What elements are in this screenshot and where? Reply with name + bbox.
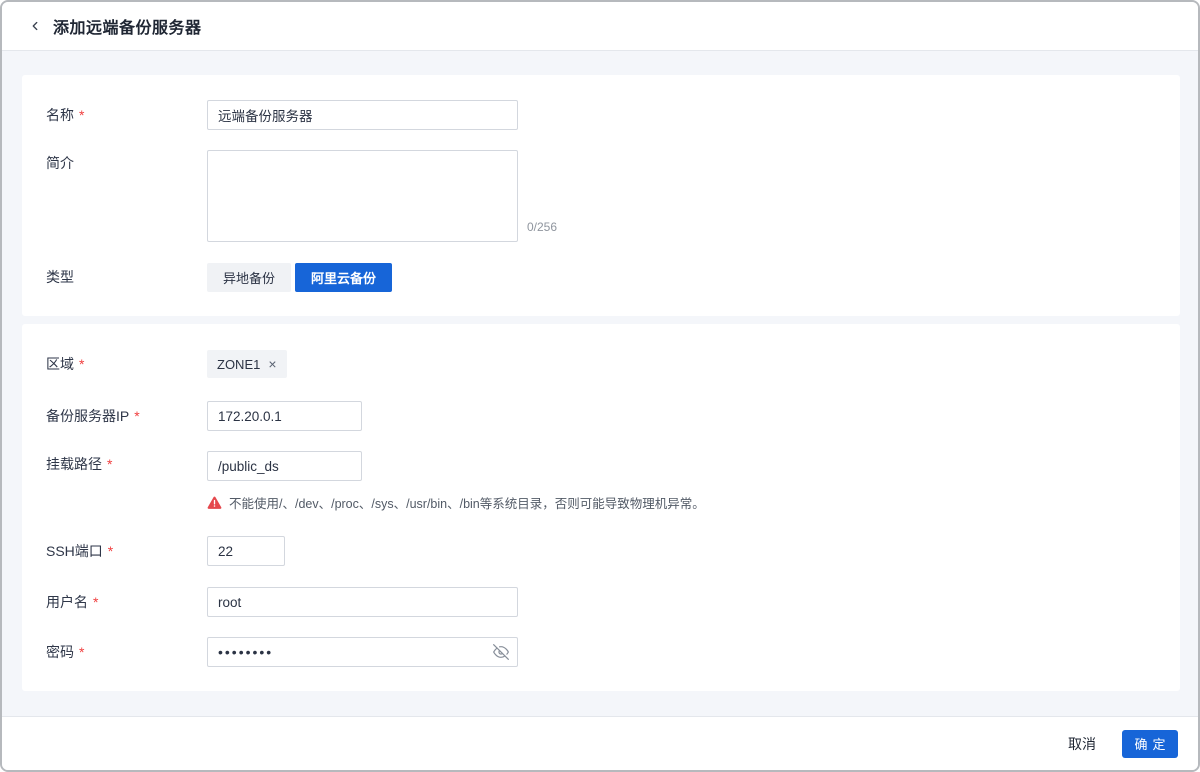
cancel-button[interactable]: 取消	[1068, 734, 1096, 754]
zone-tag-remove-icon[interactable]: ×	[268, 357, 276, 371]
type-label: 类型	[46, 262, 207, 292]
form-content: 名称 简介 0/256 类型 异地备份 阿里云备份 区域 ZO	[2, 51, 1198, 716]
mount-path-row: 挂载路径 不能使用/、/dev、/proc、/sys、/usr/bin、/bin…	[46, 451, 1156, 512]
type-option-offsite-backup[interactable]: 异地备份	[207, 263, 291, 292]
description-textarea[interactable]	[207, 150, 518, 242]
server-ip-label: 备份服务器IP	[46, 401, 207, 431]
type-segmented-control: 异地备份 阿里云备份	[207, 263, 392, 292]
page-title: 添加远端备份服务器	[53, 14, 202, 38]
ssh-port-label: SSH端口	[46, 536, 207, 566]
page-footer: 取消 确定	[2, 716, 1198, 770]
toggle-password-visibility-button[interactable]	[493, 644, 509, 660]
zone-row: 区域 ZONE1 ×	[46, 349, 1156, 379]
page-header: 添加远端备份服务器	[2, 2, 1198, 51]
username-row: 用户名	[46, 587, 1156, 617]
zone-label: 区域	[46, 349, 207, 379]
name-input[interactable]	[207, 100, 518, 130]
description-row: 简介 0/256	[46, 150, 1156, 242]
chevron-left-icon	[28, 19, 42, 33]
zone-tag: ZONE1 ×	[207, 350, 287, 378]
mount-path-warning-text: 不能使用/、/dev、/proc、/sys、/usr/bin、/bin等系统目录…	[229, 493, 705, 512]
eye-off-icon	[493, 644, 509, 660]
connection-info-card: 区域 ZONE1 × 备份服务器IP 挂载路径	[22, 324, 1180, 691]
alert-triangle-icon	[207, 495, 222, 510]
username-input[interactable]	[207, 587, 518, 617]
mount-path-label: 挂载路径	[46, 451, 207, 474]
name-label: 名称	[46, 100, 207, 130]
back-button[interactable]	[26, 17, 44, 35]
type-row: 类型 异地备份 阿里云备份	[46, 262, 1156, 292]
ssh-port-row: SSH端口	[46, 536, 1156, 566]
server-ip-input[interactable]	[207, 401, 362, 431]
zone-tag-label: ZONE1	[217, 357, 260, 372]
password-input[interactable]	[207, 637, 518, 667]
basic-info-card: 名称 简介 0/256 类型 异地备份 阿里云备份	[22, 75, 1180, 316]
confirm-button[interactable]: 确定	[1122, 730, 1178, 758]
server-ip-row: 备份服务器IP	[46, 401, 1156, 431]
add-remote-backup-server-page: 添加远端备份服务器 名称 简介 0/256 类型 异地备份 阿里云备份	[0, 0, 1200, 772]
name-row: 名称	[46, 100, 1156, 130]
type-option-aliyun-backup[interactable]: 阿里云备份	[295, 263, 392, 292]
password-row: 密码	[46, 637, 1156, 667]
char-counter: 0/256	[527, 220, 557, 234]
mount-path-input[interactable]	[207, 451, 362, 481]
username-label: 用户名	[46, 587, 207, 617]
description-label: 简介	[46, 150, 207, 173]
password-label: 密码	[46, 637, 207, 667]
mount-path-warning: 不能使用/、/dev、/proc、/sys、/usr/bin、/bin等系统目录…	[207, 493, 705, 512]
ssh-port-input[interactable]	[207, 536, 285, 566]
